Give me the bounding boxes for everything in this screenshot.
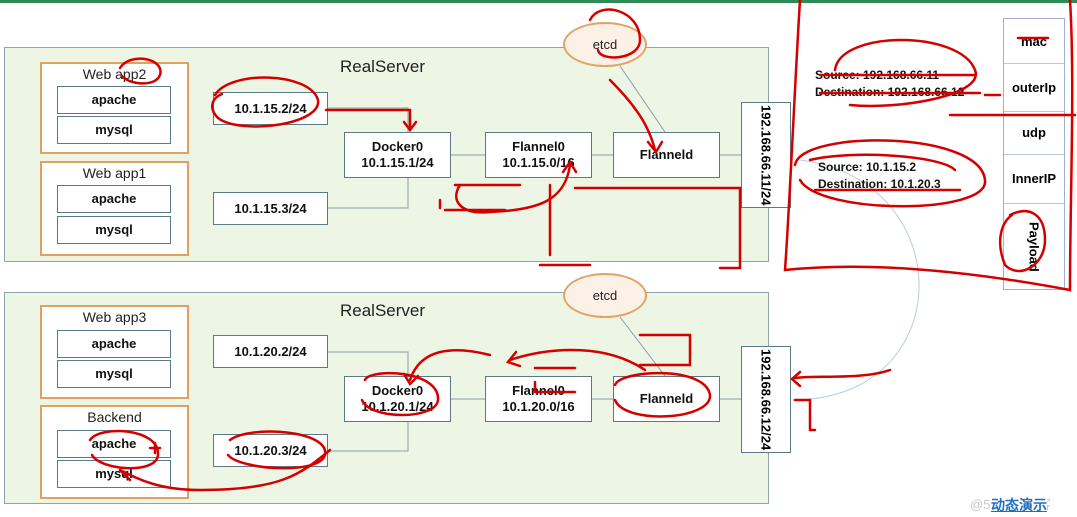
top-bar [0, 0, 1077, 3]
app-title: Web app2 [82, 66, 147, 82]
realserver-1-title: RealServer [340, 57, 426, 76]
outer-destination: Destination: 192.168.66.12 [815, 85, 965, 99]
inner-source: Source: 10.1.15.2 [818, 160, 917, 174]
host-ip-box: 192.168.66.12/24 [741, 346, 791, 453]
packet-structure: mac outerIp udp InnerIP Payload [1003, 18, 1065, 290]
flannel0-ip: 10.1.20.0/16 [502, 399, 575, 414]
flannel0-label: Flannel0 [512, 139, 565, 154]
docker0-label: Docker0 [371, 383, 424, 398]
container-ip-box: 10.1.15.2/24 [213, 92, 328, 125]
mysql-box: mysql [57, 116, 171, 144]
mysql-box: mysql [57, 216, 171, 244]
flannel0-box: Flannel0 10.1.15.0/16 [485, 132, 592, 178]
docker0-box: Docker0 10.1.20.1/24 [344, 376, 451, 422]
demo-link[interactable]: 动态演示 [991, 495, 1047, 515]
packet-outer-ip: outerIp [1004, 63, 1064, 112]
docker0-ip: 10.1.20.1/24 [361, 399, 434, 414]
container-ip-box: 10.1.15.3/24 [213, 192, 328, 225]
mysql-box: mysql [57, 360, 171, 388]
app-title: Web app3 [82, 309, 147, 325]
payload-label: Payload [1026, 222, 1042, 272]
host-ip: 192.168.66.11/24 [758, 104, 774, 206]
flannel0-label: Flannel0 [512, 383, 565, 398]
flannel0-box: Flannel0 10.1.20.0/16 [485, 376, 592, 422]
apache-box: apache [57, 86, 171, 114]
flanneld-box: Flanneld [613, 132, 720, 178]
flannel0-ip: 10.1.15.0/16 [502, 155, 575, 170]
apache-box: apache [57, 430, 171, 458]
realserver-2-title: RealServer [340, 301, 426, 320]
apache-box: apache [57, 185, 171, 213]
etcd-1: etcd [563, 22, 647, 67]
docker0-ip: 10.1.15.1/24 [361, 155, 434, 170]
host-ip: 192.168.66.12/24 [758, 348, 774, 451]
host-ip-box: 192.168.66.11/24 [741, 102, 791, 208]
outer-source: Source: 192.168.66.11 [815, 68, 940, 82]
app-title: Backend [87, 409, 142, 425]
flanneld-box: Flanneld [613, 376, 720, 422]
app-title: Web app1 [82, 165, 147, 181]
docker0-box: Docker0 10.1.15.1/24 [344, 132, 451, 178]
etcd-2: etcd [563, 273, 647, 318]
inner-destination: Destination: 10.1.20.3 [818, 177, 941, 191]
container-ip-box: 10.1.20.2/24 [213, 335, 328, 368]
apache-box: apache [57, 330, 171, 358]
container-ip-box: 10.1.20.3/24 [213, 434, 328, 467]
packet-payload: Payload [1004, 203, 1064, 291]
docker0-label: Docker0 [371, 139, 424, 154]
mysql-box: mysql [57, 460, 171, 488]
packet-udp: udp [1004, 111, 1064, 155]
packet-inner-ip: InnerIP [1004, 154, 1064, 204]
packet-mac: mac [1004, 19, 1064, 64]
